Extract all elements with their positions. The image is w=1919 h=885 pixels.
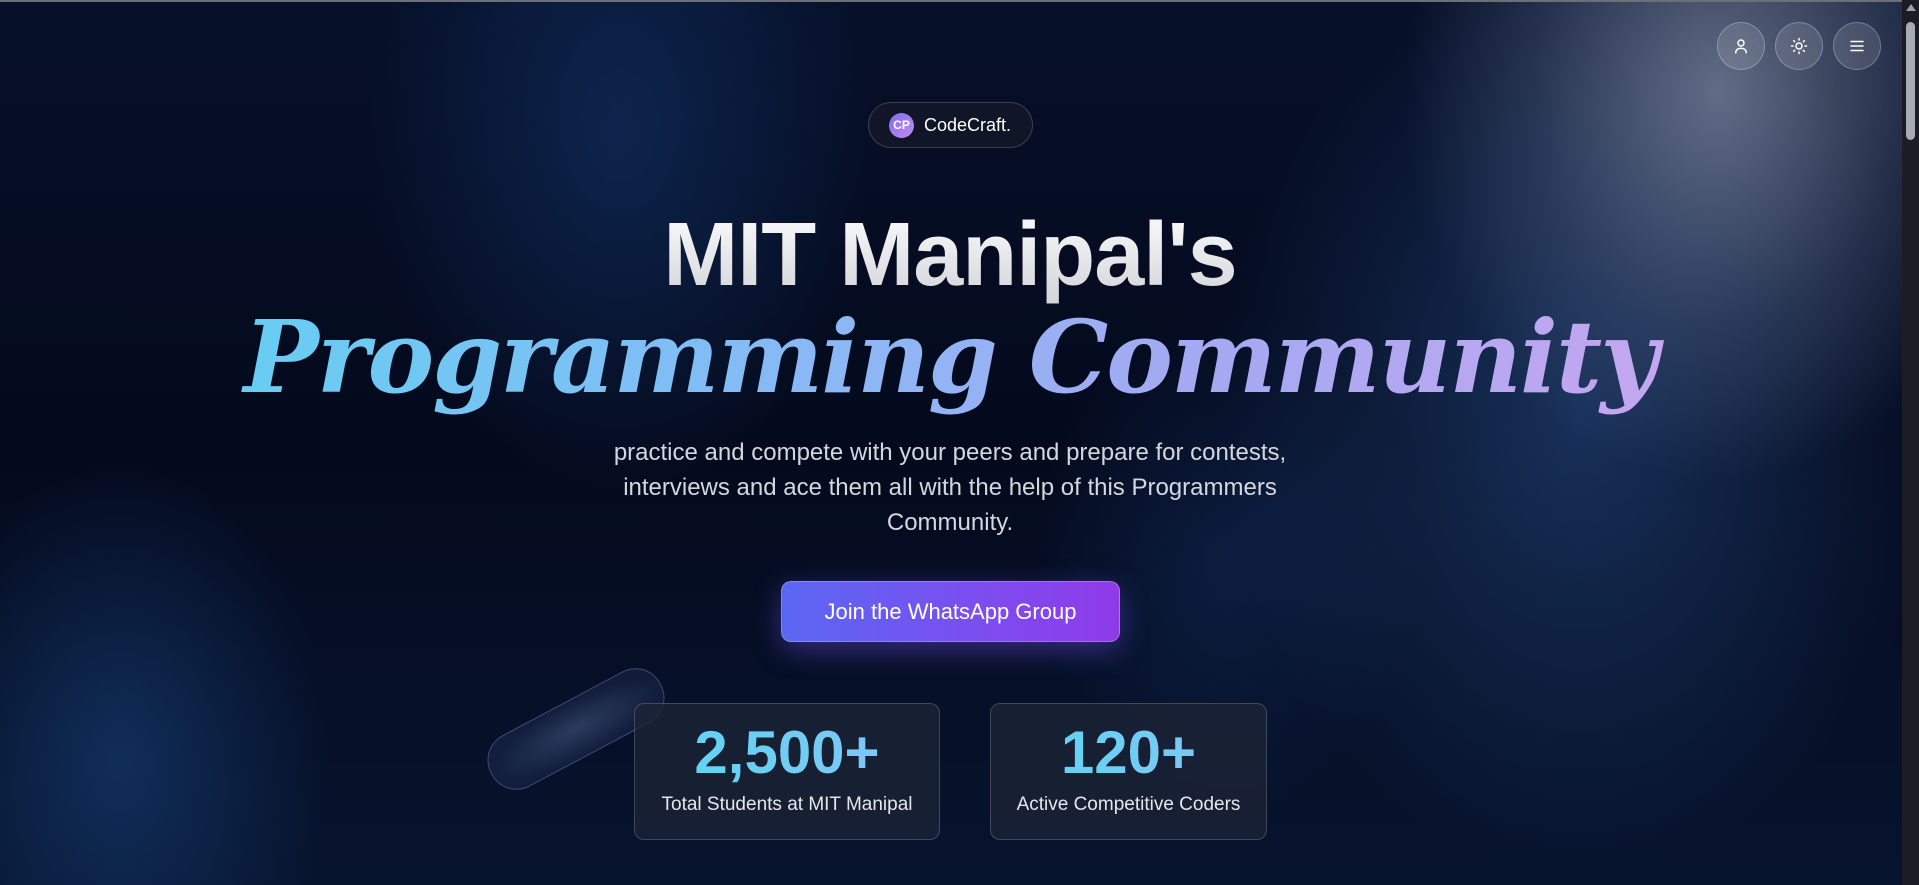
sun-icon xyxy=(1790,37,1808,55)
landing-page: CP CodeCraft. MIT Manipal's Programming … xyxy=(0,0,1919,885)
stat-card-students: 2,500+ Total Students at MIT Manipal xyxy=(634,703,940,840)
hero-description: practice and compete with your peers and… xyxy=(613,439,1287,536)
scroll-up-arrow-icon[interactable] xyxy=(1906,4,1916,11)
stat-label: Total Students at MIT Manipal xyxy=(661,794,913,815)
brand-name: CodeCraft. xyxy=(924,114,1012,135)
brand-badge[interactable]: CP CodeCraft. xyxy=(868,102,1033,148)
header-actions xyxy=(1717,22,1881,70)
stat-card-coders: 120+ Active Competitive Coders xyxy=(990,703,1267,840)
profile-button[interactable] xyxy=(1717,22,1765,70)
menu-button[interactable] xyxy=(1833,22,1881,70)
join-whatsapp-button[interactable]: Join the WhatsApp Group xyxy=(781,581,1120,642)
scrollbar-thumb[interactable] xyxy=(1906,22,1915,140)
user-icon xyxy=(1735,39,1747,54)
stat-value: 2,500+ xyxy=(635,720,939,786)
vertical-scrollbar[interactable] xyxy=(1902,0,1919,885)
brand-logo: CP xyxy=(889,112,914,138)
theme-toggle-button[interactable] xyxy=(1775,22,1823,70)
stat-value: 120+ xyxy=(991,720,1266,786)
window-top-border xyxy=(0,0,1919,2)
hero-subtitle: Programming Community xyxy=(0,292,1900,422)
menu-icon xyxy=(1850,40,1864,52)
stat-label: Active Competitive Coders xyxy=(1016,794,1241,815)
